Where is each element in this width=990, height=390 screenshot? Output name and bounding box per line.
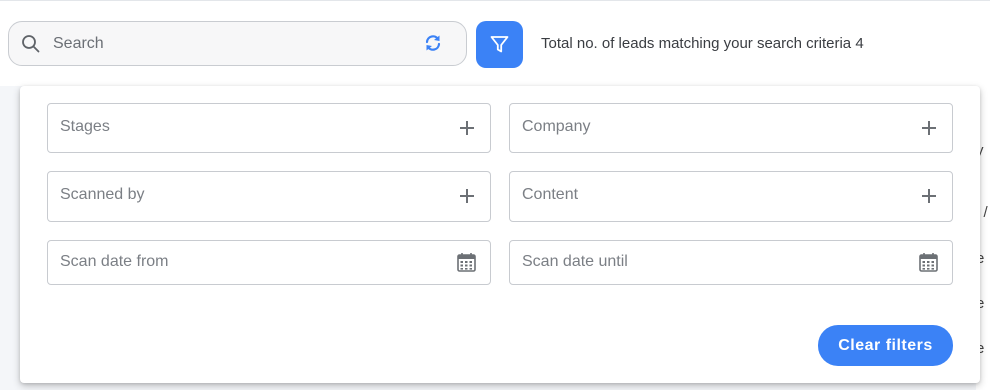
- stages-label: Stages: [60, 118, 110, 135]
- search-icon: [21, 34, 41, 59]
- refresh-icon[interactable]: [423, 33, 443, 58]
- filters-panel: Stages Company Scanned by Content Scan d…: [20, 86, 980, 383]
- plus-icon: [460, 189, 474, 203]
- calendar-icon[interactable]: [919, 252, 938, 277]
- scan-date-from-input[interactable]: Scan date from: [47, 240, 491, 285]
- search-input[interactable]: Search: [8, 21, 467, 66]
- scan-date-until-input[interactable]: Scan date until: [509, 240, 953, 285]
- company-select[interactable]: Company: [509, 103, 953, 153]
- calendar-icon[interactable]: [457, 252, 476, 277]
- search-placeholder: Search: [53, 35, 104, 52]
- scan-date-from-label: Scan date from: [60, 253, 169, 270]
- stages-select[interactable]: Stages: [47, 103, 491, 153]
- scanned-by-label: Scanned by: [60, 186, 145, 203]
- content-label: Content: [522, 186, 579, 203]
- content-select[interactable]: Content: [509, 171, 953, 222]
- scan-date-until-label: Scan date until: [522, 253, 628, 270]
- filter-icon: [490, 36, 509, 53]
- scanned-by-select[interactable]: Scanned by: [47, 171, 491, 222]
- top-bar: Search Total no. of leads matching your …: [0, 0, 990, 86]
- total-leads-text: Total no. of leads matching your search …: [541, 35, 864, 52]
- plus-icon: [922, 121, 936, 135]
- plus-icon: [460, 121, 474, 135]
- plus-icon: [922, 189, 936, 203]
- company-label: Company: [522, 118, 591, 135]
- clear-filters-button[interactable]: Clear filters: [818, 325, 953, 366]
- filter-button[interactable]: [476, 21, 523, 68]
